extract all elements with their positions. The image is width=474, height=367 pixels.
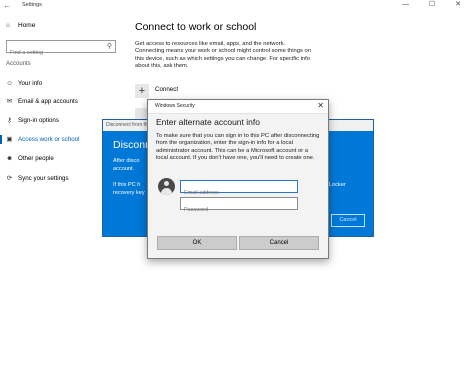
sidebar-item-other-people[interactable]: ☻ Other people	[4, 152, 114, 165]
sidebar-item-your-info[interactable]: ☺ Your info	[4, 77, 114, 90]
security-dialog-title-bar: Windows Security ✕	[148, 100, 328, 114]
section-label: Accounts	[6, 61, 31, 67]
home-icon: ⌂	[6, 22, 10, 29]
window-controls[interactable]: — ☐ ✕	[402, 0, 470, 10]
mail-icon: ✉	[6, 98, 13, 105]
security-dialog-description: To make sure that you can sign in to thi…	[156, 133, 320, 161]
key-icon: ⚷	[7, 117, 12, 124]
sidebar-item-label: Sync your settings	[18, 175, 69, 182]
sidebar-item-label: Email & app accounts	[18, 98, 78, 105]
disconnect-heading: Disconn	[113, 139, 151, 151]
back-arrow-icon[interactable]: ←	[3, 1, 11, 10]
password-field[interactable]	[181, 204, 294, 216]
sidebar-home[interactable]: ⌂ Home	[6, 20, 116, 32]
sidebar-item-label: Access work or school	[18, 136, 80, 143]
disconnect-text: After disco account.	[113, 158, 140, 172]
search-box[interactable]: ⚲	[6, 40, 116, 59]
settings-title-bar: ← Settings — ☐ ✕	[0, 0, 474, 12]
page-description: Get access to resources like email, apps…	[135, 41, 311, 69]
disconnect-side-text: Locker	[329, 182, 346, 188]
password-field-container	[180, 197, 298, 216]
search-input[interactable]	[7, 47, 100, 59]
window-title: Settings	[22, 2, 42, 8]
sidebar-item-sync-your-settings[interactable]: ⟳ Sync your settings	[4, 172, 114, 185]
home-label: Home	[18, 22, 36, 29]
ok-button[interactable]: OK	[157, 236, 237, 250]
search-icon[interactable]: ⚲	[107, 42, 112, 50]
briefcase-icon: ▣	[6, 136, 13, 143]
page-title: Connect to work or school	[135, 21, 257, 33]
email-field-container	[180, 180, 298, 199]
sidebar-item-label: Your info	[18, 80, 43, 87]
user-avatar-icon	[158, 178, 175, 195]
sync-icon: ⟳	[6, 175, 13, 182]
sidebar-item-label: Other people	[18, 155, 54, 162]
sidebar-item-email-app-accounts[interactable]: ✉ Email & app accounts	[4, 95, 114, 108]
sidebar-item-sign-in-options[interactable]: ⚷ Sign-in options	[4, 114, 114, 127]
cancel-button[interactable]: Cancel	[239, 236, 319, 250]
security-dialog-title: Windows Security	[155, 103, 195, 109]
disconnect-cancel-button[interactable]: Cancel	[331, 214, 365, 227]
windows-security-dialog: Windows Security ✕ Enter alternate accou…	[147, 99, 329, 259]
security-dialog-heading: Enter alternate account info	[156, 117, 260, 127]
sidebar-item-access-work-or-school[interactable]: ▣ Access work or school	[0, 133, 114, 146]
sidebar-item-label: Sign-in options	[18, 117, 59, 124]
connect-button[interactable]: Connect	[155, 86, 178, 93]
person-icon: ☺	[6, 80, 13, 87]
close-icon[interactable]: ✕	[317, 101, 324, 111]
disconnect-text: If this PC h recovery key	[113, 182, 145, 196]
plus-icon[interactable]: +	[135, 84, 149, 98]
people-icon: ☻	[6, 155, 13, 162]
